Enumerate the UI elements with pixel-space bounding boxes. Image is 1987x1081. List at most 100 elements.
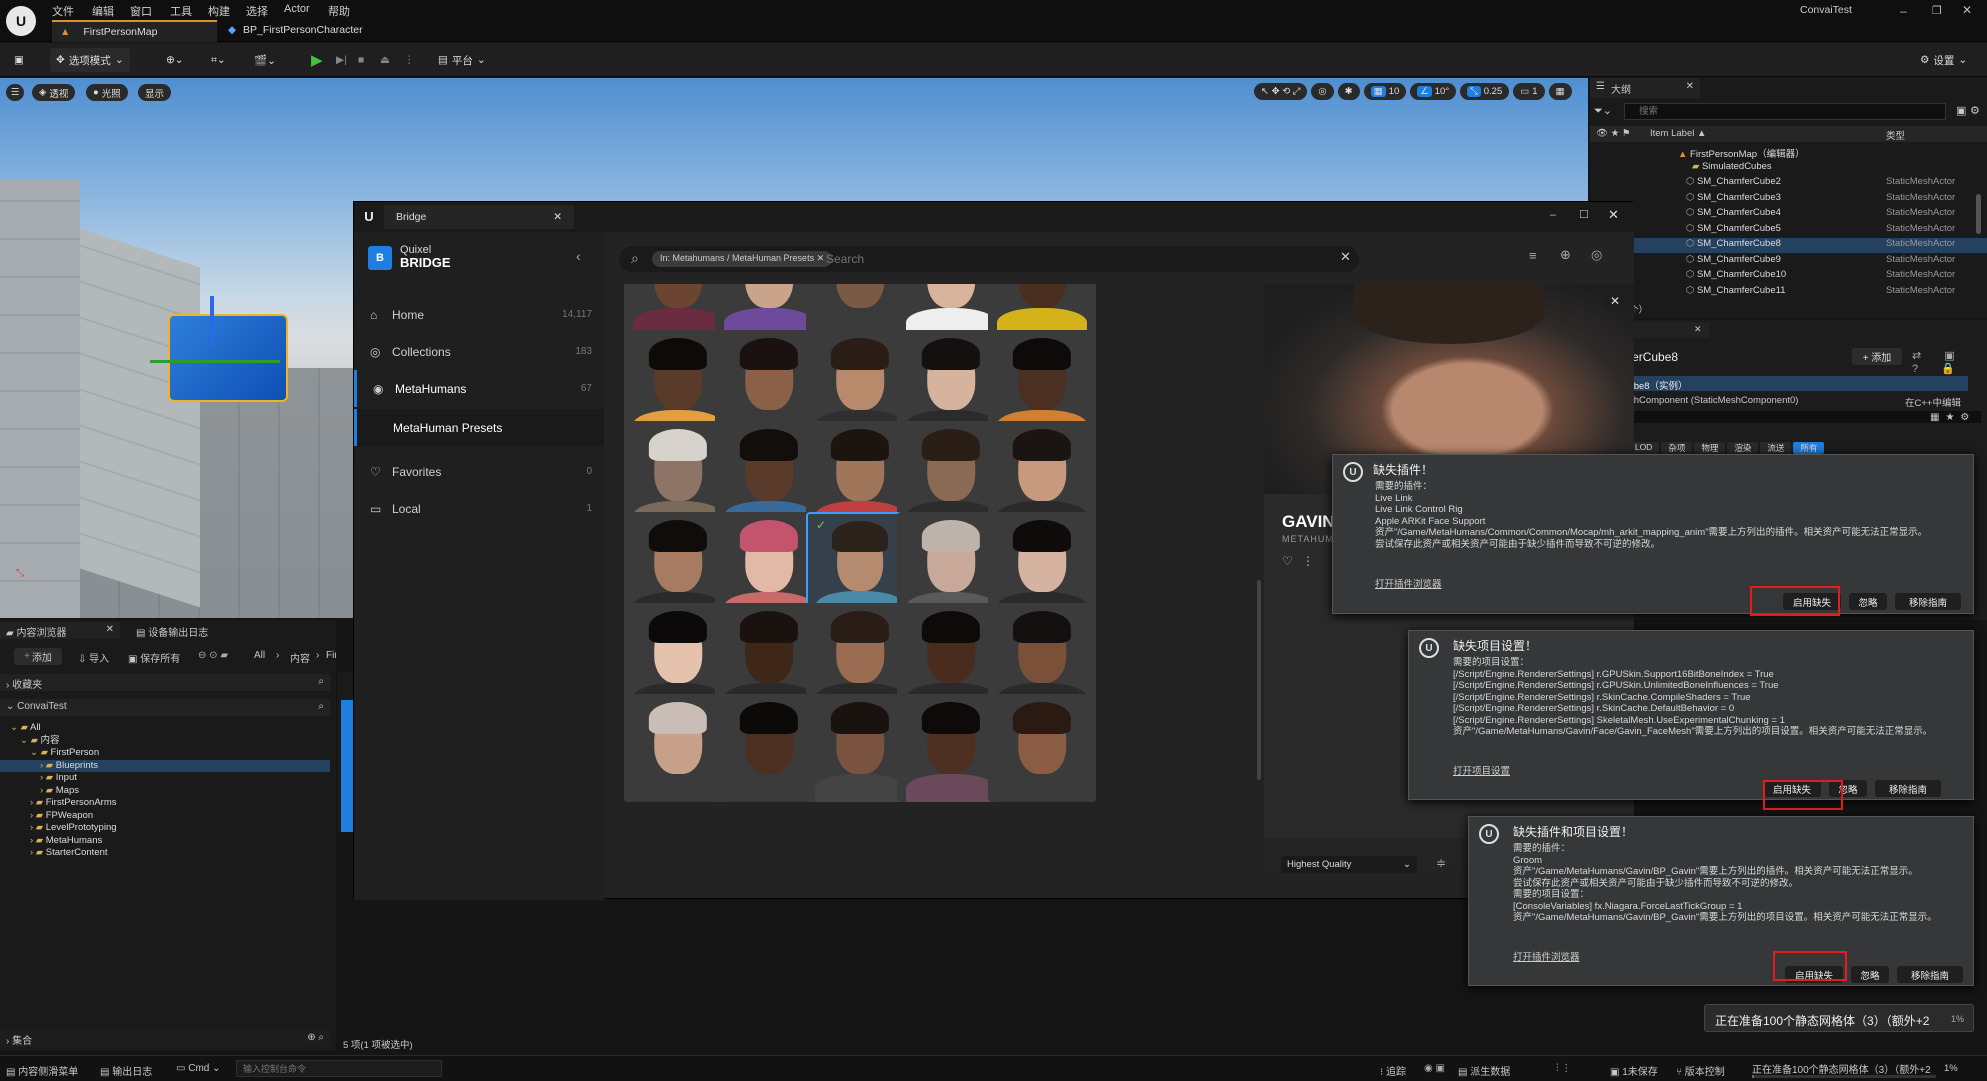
stop-icon[interactable]: ■ <box>352 48 370 72</box>
tree-folder[interactable]: › ▰ FPWeapon <box>0 810 330 823</box>
nav-item[interactable]: ◎ Collections 183 <box>354 333 604 370</box>
save-icon[interactable]: ▣ <box>8 48 30 72</box>
search-icon[interactable]: ⌕ <box>318 701 324 712</box>
details-filter-tab[interactable]: 渲染 <box>1727 442 1759 454</box>
angle-snap-toggle[interactable]: ∠ 10° <box>1410 83 1457 100</box>
quality-settings-icon[interactable]: ≑ <box>1436 856 1446 870</box>
surface-snap-icon[interactable]: ✱ <box>1337 83 1360 100</box>
viewport-menu-icon[interactable]: ☰ <box>6 84 24 101</box>
remove-guide-button[interactable]: 移除指南 <box>1897 966 1963 983</box>
outliner-scrollbar[interactable] <box>1976 194 1981 234</box>
menu-file[interactable]: 文件 <box>52 3 74 19</box>
unreal-logo-icon[interactable]: U <box>6 6 36 36</box>
gizmo-y-axis[interactable] <box>150 360 280 363</box>
output-log-button[interactable]: ▤ 输出日志 <box>100 1063 152 1078</box>
details-filter-tab[interactable]: 所有 <box>1793 442 1825 454</box>
outliner-map-row[interactable]: ▲ FirstPersonMap（编辑器） <box>1590 146 1987 161</box>
column-type[interactable]: 类型 <box>1886 128 1905 142</box>
filter-chip[interactable]: In: Metahumans / MetaHuman Presets ✕ <box>652 251 833 267</box>
bridge-tab[interactable]: Bridge ✕ <box>384 205 574 229</box>
outliner-item[interactable]: ⬡ SM_ChamferCube3 StaticMeshActor <box>1590 192 1987 207</box>
lit-button[interactable]: ● 光照 <box>86 84 128 101</box>
outliner-settings-icon[interactable]: ⚙ <box>1970 104 1980 117</box>
metahuman-card[interactable] <box>988 284 1096 336</box>
filter-icon[interactable]: ≡ <box>1529 248 1537 263</box>
outliner-item[interactable]: ⬡ SM_ChamferCube2 StaticMeshActor <box>1590 176 1987 191</box>
details-search[interactable] <box>1591 411 1981 423</box>
details-filter-tab[interactable]: 杂项 <box>1661 442 1693 454</box>
remove-guide-button[interactable]: 移除指南 <box>1895 593 1961 610</box>
history-icons[interactable]: ⊖ ⊙ ▰ <box>198 650 228 661</box>
tree-folder[interactable]: ⌄ ▰ 内容 <box>0 735 330 748</box>
select-mode-icon[interactable]: ↖ ✥ ⟲ ⤢ <box>1254 83 1308 100</box>
details-filter-tab[interactable]: 物理 <box>1694 442 1726 454</box>
details-tools-icons[interactable]: ⇄ ▣ ? 🔒 <box>1912 349 1987 375</box>
mode-dropdown[interactable]: ✥ 选项模式 ⌄ <box>50 48 130 72</box>
project-section[interactable]: ⌄ ConvaiTest ⌕ <box>0 699 330 716</box>
tab-bp-firstpersoncharacter[interactable]: ◆ BP_FirstPersonCharacter <box>220 20 380 42</box>
nav-item[interactable]: ♡ Favorites 0 <box>354 453 604 490</box>
favorites-section[interactable]: › 收藏夹 ⌕ <box>0 674 330 691</box>
camera-speed-toggle[interactable]: ▭ 1 <box>1513 83 1545 100</box>
add-actor-icon[interactable]: ⊕⌄ <box>160 48 190 72</box>
trace-button[interactable]: ⁝ 追踪 <box>1380 1063 1406 1078</box>
close-icon[interactable]: ✕ <box>817 253 825 263</box>
outliner-search-input[interactable] <box>1624 103 1946 120</box>
gizmo-z-axis[interactable] <box>210 296 214 346</box>
layout-icon[interactable]: ▦ <box>1548 83 1572 100</box>
scale-snap-toggle[interactable]: ⤡ 0.25 <box>1460 83 1510 100</box>
add-component-button[interactable]: + 添加 <box>1852 348 1902 365</box>
outliner-folder-row[interactable]: ▰ SimulatedCubes <box>1590 161 1987 176</box>
tree-folder[interactable]: › ▰ LevelPrototyping <box>0 822 330 835</box>
blueprint-menu-icon[interactable]: ⌗⌄ <box>205 48 232 72</box>
minimize-icon[interactable]: – <box>1550 209 1556 221</box>
menu-window[interactable]: 窗口 <box>130 3 152 19</box>
close-window-icon[interactable]: ✕ <box>1608 207 1619 223</box>
menu-actor[interactable]: Actor <box>284 3 310 15</box>
path-firstperson[interactable]: Firs <box>326 650 336 661</box>
minimize-icon[interactable]: – <box>1900 4 1907 18</box>
world-icon[interactable]: ◎ <box>1311 83 1334 100</box>
save-all-button[interactable]: ▣ 保存所有 <box>128 650 180 665</box>
outliner-item[interactable]: ⬡ SM_ChamferCube9 StaticMeshActor <box>1590 254 1987 269</box>
tree-folder[interactable]: › ▰ FirstPersonArms <box>0 797 330 810</box>
menu-build[interactable]: 构建 <box>208 3 230 19</box>
quality-dropdown[interactable]: Highest Quality ⌄ <box>1281 856 1417 873</box>
close-tab-icon[interactable]: ✕ <box>106 624 114 635</box>
add-folder-icon[interactable]: ▣ <box>1956 104 1966 117</box>
nav-item[interactable]: ⌂ Home 14,117 <box>354 296 604 333</box>
details-grid-icon[interactable]: ▦★⚙ <box>1930 412 1975 423</box>
outliner-item[interactable]: ⬡ SM_ChamferCube8 StaticMeshActor <box>1590 238 1987 253</box>
menu-help[interactable]: 帮助 <box>328 3 350 19</box>
add-button[interactable]: + 添加 <box>14 648 62 665</box>
filter-icon[interactable]: ⏷⌄ <box>1594 104 1612 118</box>
edit-in-cpp-link[interactable]: 在C++中编辑 <box>1905 395 1961 409</box>
tree-folder[interactable]: › ▰ Blueprints <box>0 759 330 772</box>
settings-button[interactable]: ⚙ 设置 ⌄ <box>1914 48 1973 72</box>
play-icon[interactable]: ▶ <box>305 48 329 72</box>
import-button[interactable]: ⇩ 导入 <box>78 650 109 665</box>
derived-data-button[interactable]: ▤ 派生数据 <box>1458 1063 1510 1078</box>
content-browser-tab[interactable]: ▰ 内容浏览器 ✕ <box>0 622 120 639</box>
outliner-item[interactable]: ⬡ SM_ChamferCube4 StaticMeshActor <box>1590 207 1987 222</box>
grid-snap-toggle[interactable]: ▦ 10 <box>1363 83 1407 100</box>
selected-asset-thumb[interactable] <box>341 700 353 832</box>
output-log-tab[interactable]: ▤ 设备输出日志 <box>130 622 250 639</box>
outliner-tab[interactable]: ☰ 大纲 ✕ <box>1590 78 1700 98</box>
close-tab-icon[interactable]: ✕ <box>1686 81 1694 95</box>
record-icon[interactable]: ◉ ▣ <box>1424 1063 1445 1074</box>
selected-cube[interactable] <box>168 314 288 402</box>
open-plugin-browser-link[interactable]: 打开插件浏览器 <box>1375 576 1442 590</box>
tree-folder[interactable]: › ▰ Maps <box>0 785 330 798</box>
open-plugin-browser-link[interactable]: 打开插件浏览器 <box>1513 949 1580 963</box>
tree-folder[interactable]: › ▰ MetaHumans <box>0 835 330 848</box>
outliner-item[interactable]: ⬡ SM_ChamferCube11 StaticMeshActor <box>1590 285 1987 300</box>
column-item-label[interactable]: Item Label ▲ <box>1650 128 1706 139</box>
tree-folder[interactable]: › ▰ StarterContent <box>0 847 330 860</box>
close-tab-icon[interactable]: ✕ <box>553 211 562 223</box>
account-icon[interactable]: ◎ <box>1591 247 1602 263</box>
ignore-button[interactable]: 忽略 <box>1851 966 1889 983</box>
more-icon[interactable]: ⋮ <box>398 48 421 72</box>
unsaved-button[interactable]: ▣ 1未保存 <box>1610 1063 1658 1078</box>
tree-folder[interactable]: › ▰ Input <box>0 772 330 785</box>
